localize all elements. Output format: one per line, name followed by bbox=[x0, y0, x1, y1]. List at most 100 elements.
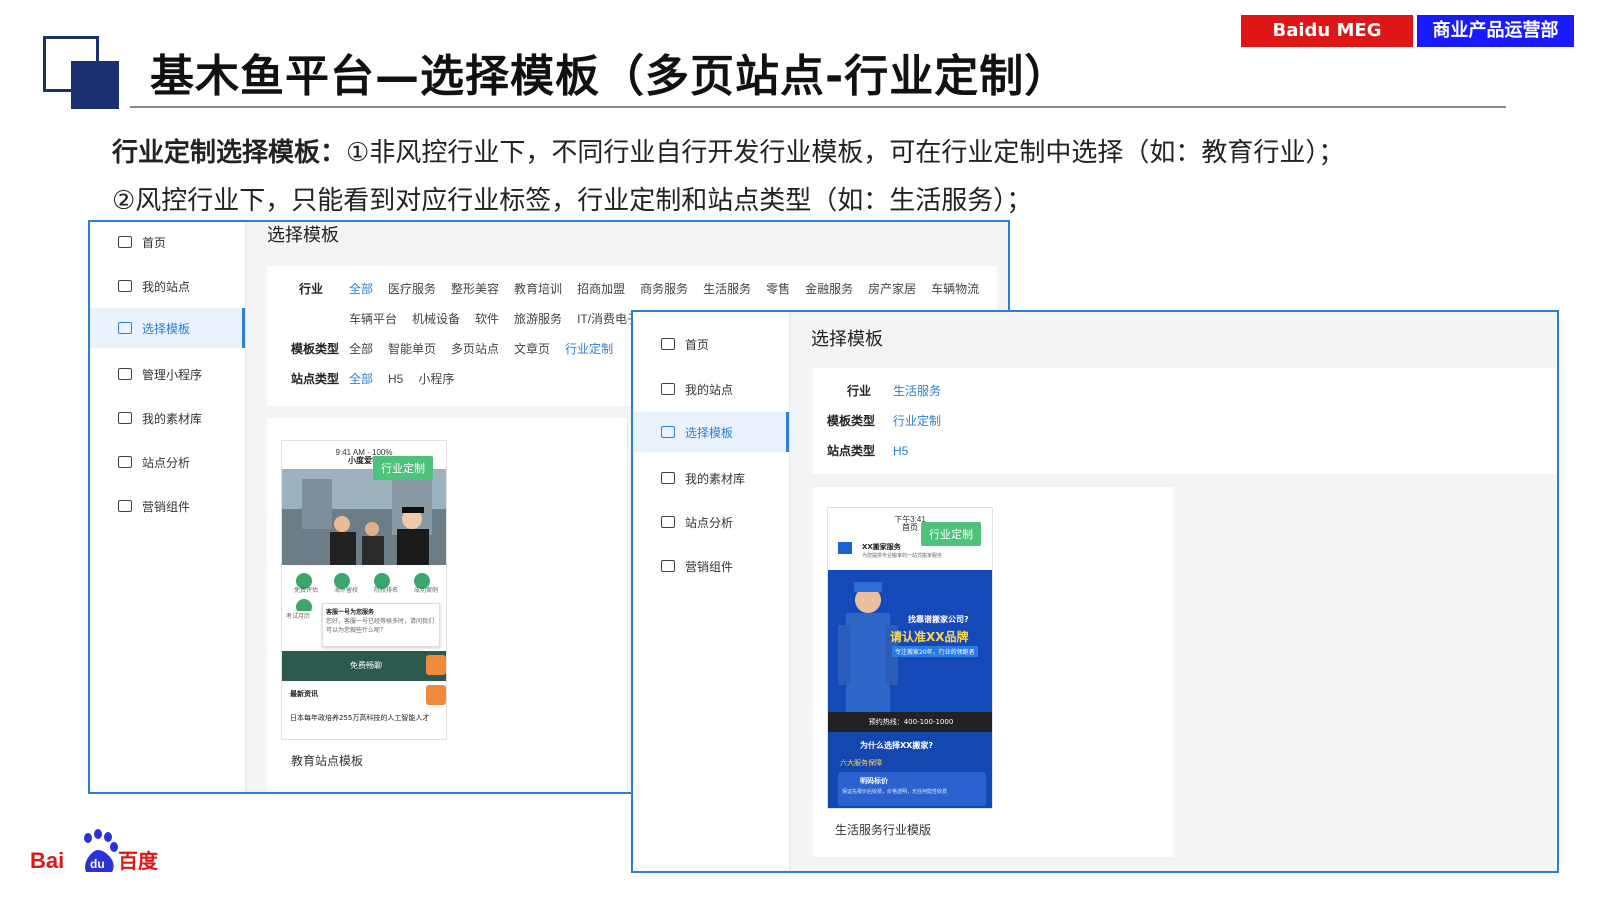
sidebar-item-templates[interactable]: 选择模板 bbox=[90, 308, 245, 348]
filter-option[interactable]: 房产家居 bbox=[868, 280, 916, 297]
slide-title: 基木鱼平台—选择模板（多页站点-行业定制） bbox=[150, 51, 1070, 102]
filter-option[interactable]: 旅游服务 bbox=[514, 310, 562, 327]
sidebar-item-label: 我的站点 bbox=[685, 382, 734, 397]
industry-custom-ribbon: 行业定制 bbox=[373, 456, 433, 480]
sidebar-item-my-sites[interactable]: 我的站点 bbox=[633, 369, 789, 409]
sidebar-item-home[interactable]: 首页 bbox=[90, 222, 245, 262]
sidebar-item-label: 我的站点 bbox=[142, 279, 191, 294]
sidebar-item-assets[interactable]: 我的素材库 bbox=[90, 398, 245, 438]
template-icon bbox=[661, 426, 675, 438]
filter-row-template-type: 模板类型 全部 智能单页 多页站点 文章页 行业定制 bbox=[283, 340, 628, 357]
baidu-logo: Bai du 百度 bbox=[30, 829, 159, 873]
filter-option[interactable]: 医疗服务 bbox=[388, 280, 436, 297]
filter-option[interactable]: 小程序 bbox=[418, 370, 454, 387]
chat-float-icon bbox=[426, 655, 446, 675]
filter-option[interactable]: IT/消费电子 bbox=[577, 310, 639, 327]
sidebar-item-label: 我的素材库 bbox=[142, 411, 203, 426]
template-preview: 下午3:41 首页 XX搬家服务 为您提供专业搬家的一站式搬家服务 找靠谱搬家公… bbox=[827, 507, 993, 809]
site-icon bbox=[118, 280, 132, 292]
filter-option[interactable]: 行业定制 bbox=[893, 412, 941, 429]
filter-option[interactable]: 生活服务 bbox=[893, 382, 941, 399]
sidebar-nav: 首页 我的站点 选择模板 管理小程序 我的素材库 站点分析 营销组件 bbox=[90, 222, 246, 792]
sidebar-item-label: 管理小程序 bbox=[142, 367, 203, 382]
bar-chart-icon bbox=[118, 456, 132, 468]
hero-line-3: 专注搬家20年，行业的领跑者 bbox=[892, 646, 978, 657]
sidebar-item-home[interactable]: 首页 bbox=[633, 324, 789, 364]
title-decoration-fill bbox=[71, 61, 119, 109]
filter-row-industry-2: 车辆平台 机械设备 软件 旅游服务 IT/消费电子 bbox=[349, 310, 654, 327]
filter-option[interactable]: 全部 bbox=[349, 280, 373, 297]
sidebar-item-label: 选择模板 bbox=[142, 321, 191, 336]
image-icon bbox=[118, 412, 132, 424]
filter-option[interactable]: 车辆平台 bbox=[349, 310, 397, 327]
filter-label: 站点类型 bbox=[827, 444, 876, 458]
why-section: 为什么选择XX搬家? 六大服务保障 明码标价 保证先报价后收费，价格透明，无任何… bbox=[828, 732, 992, 808]
phone-float-icon bbox=[426, 685, 446, 705]
news-title: 最新资讯 bbox=[290, 690, 318, 698]
filter-row-industry: 行业 全部 医疗服务 整形美容 教育培训 招商加盟 商务服务 生活服务 零售 金… bbox=[283, 280, 994, 297]
graduation-photo bbox=[282, 469, 446, 565]
guarantee-label: 六大服务保障 bbox=[840, 759, 882, 767]
phone-header: 首页 bbox=[902, 523, 918, 532]
filter-row-industry: 行业 生活服务 bbox=[827, 382, 956, 399]
sidebar-item-assets[interactable]: 我的素材库 bbox=[633, 458, 789, 498]
filter-option[interactable]: 机械设备 bbox=[412, 310, 460, 327]
sidebar-item-my-sites[interactable]: 我的站点 bbox=[90, 266, 245, 306]
hero-line-1: 找靠谱搬家公司? bbox=[908, 615, 969, 624]
description-bold-label: 行业定制选择模板： bbox=[112, 138, 347, 168]
industry-custom-ribbon: 行业定制 bbox=[921, 522, 981, 546]
template-card[interactable]: 下午3:41 首页 XX搬家服务 为您提供专业搬家的一站式搬家服务 找靠谱搬家公… bbox=[813, 487, 1173, 857]
svg-text:Bai: Bai bbox=[30, 848, 64, 873]
filter-option[interactable]: 生活服务 bbox=[703, 280, 751, 297]
filter-option[interactable]: 智能单页 bbox=[388, 340, 436, 357]
tag-baidu-meg: Baidu MEG bbox=[1241, 15, 1413, 47]
filter-option[interactable]: H5 bbox=[388, 372, 403, 386]
filter-row-template-type: 模板类型 行业定制 bbox=[827, 412, 956, 429]
component-icon bbox=[118, 500, 132, 512]
filter-option[interactable]: 车辆物流 bbox=[931, 280, 979, 297]
sidebar-item-marketing[interactable]: 营销组件 bbox=[633, 546, 789, 586]
filter-option[interactable]: 文章页 bbox=[514, 340, 550, 357]
home-icon bbox=[661, 338, 675, 350]
filter-option[interactable]: 行业定制 bbox=[565, 340, 613, 357]
filter-label: 行业 bbox=[298, 282, 323, 296]
sidebar-item-marketing[interactable]: 营销组件 bbox=[90, 486, 245, 526]
sidebar-item-analytics[interactable]: 站点分析 bbox=[633, 502, 789, 542]
guarantee-item: 明码标价 保证先报价后收费，价格透明，无任何隐性收费 bbox=[838, 772, 986, 806]
filter-option[interactable]: 软件 bbox=[475, 310, 499, 327]
filter-option[interactable]: 金融服务 bbox=[805, 280, 853, 297]
sidebar-item-mini-programs[interactable]: 管理小程序 bbox=[90, 354, 245, 394]
sidebar-item-label: 首页 bbox=[685, 337, 710, 352]
company-subtitle: 为您提供专业搬家的一站式搬家服务 bbox=[862, 553, 943, 559]
site-icon bbox=[661, 383, 675, 395]
filter-option[interactable]: H5 bbox=[893, 444, 908, 458]
sidebar-item-templates[interactable]: 选择模板 bbox=[633, 412, 789, 452]
filter-option[interactable]: 零售 bbox=[766, 280, 790, 297]
sidebar-item-label: 首页 bbox=[142, 235, 167, 250]
svg-text:百度: 百度 bbox=[118, 849, 159, 873]
filter-option[interactable]: 招商加盟 bbox=[577, 280, 625, 297]
truck-icon bbox=[838, 542, 852, 554]
screenshot-life-services: 首页 我的站点 选择模板 我的素材库 站点分析 营销组件 选择模板 行业 生活服… bbox=[631, 310, 1559, 873]
template-caption: 教育站点模板 bbox=[291, 754, 364, 768]
template-card[interactable]: 9:41 AM · 100% 小度爱学 免费评估 海外留校 院校排名 成功案例 … bbox=[267, 418, 627, 792]
image-icon bbox=[661, 472, 675, 484]
sidebar-item-label: 站点分析 bbox=[142, 455, 191, 470]
filter-option[interactable]: 全部 bbox=[349, 340, 373, 357]
filter-label: 站点类型 bbox=[290, 372, 339, 386]
why-title: 为什么选择XX搬家? bbox=[860, 741, 933, 750]
title-divider bbox=[130, 106, 1506, 108]
feature-label-5: 考试月历 bbox=[286, 613, 311, 620]
sidebar-item-label: 我的素材库 bbox=[685, 471, 746, 486]
filter-option[interactable]: 全部 bbox=[349, 370, 373, 387]
template-icon bbox=[118, 322, 132, 334]
filter-option[interactable]: 商务服务 bbox=[640, 280, 688, 297]
sidebar-item-analytics[interactable]: 站点分析 bbox=[90, 442, 245, 482]
description-line-1: 行业定制选择模板：①非风控行业下，不同行业自行开发行业模板，可在行业定制中选择（… bbox=[112, 132, 1344, 169]
sidebar-item-label: 营销组件 bbox=[685, 559, 734, 574]
svg-text:du: du bbox=[90, 857, 105, 871]
filter-option[interactable]: 整形美容 bbox=[451, 280, 499, 297]
filter-option[interactable]: 教育培训 bbox=[514, 280, 562, 297]
home-icon bbox=[118, 236, 132, 248]
filter-option[interactable]: 多页站点 bbox=[451, 340, 499, 357]
